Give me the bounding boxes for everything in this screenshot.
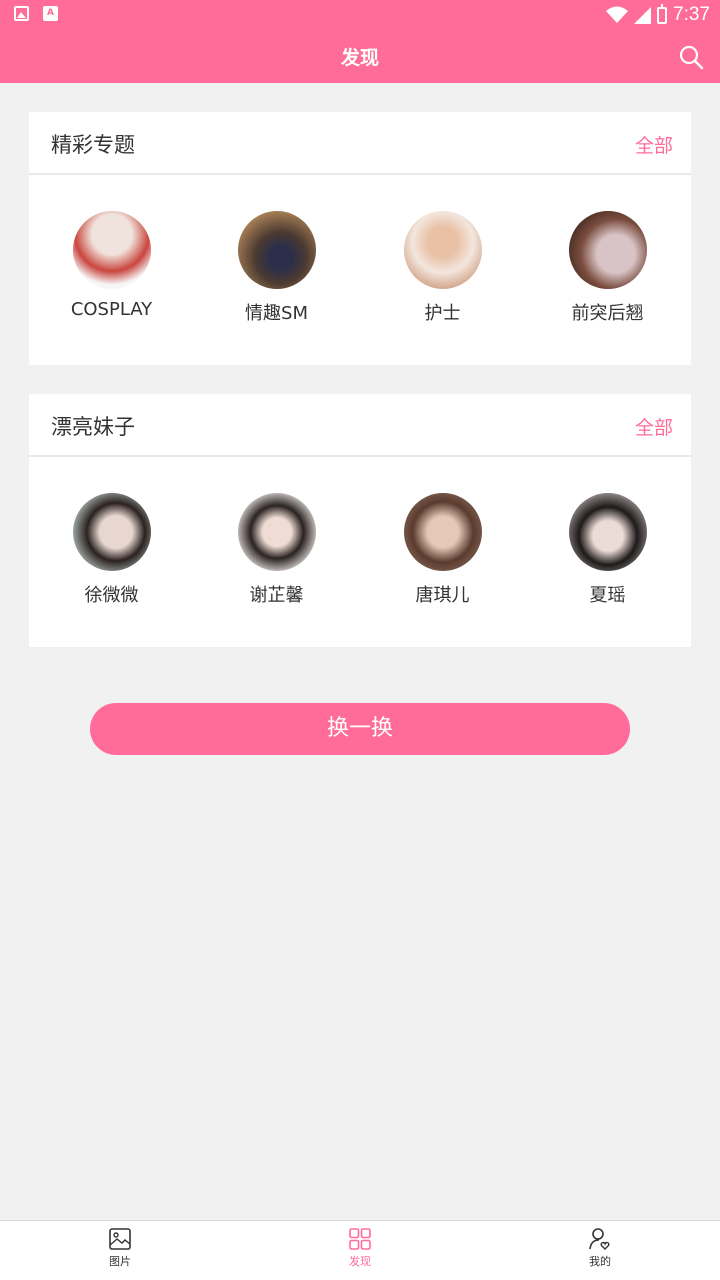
avatar [237,493,316,571]
model-item[interactable]: 徐微微 [29,493,194,607]
bottom-tab-bar: 图片 发现 我的 [0,1220,720,1280]
model-label: 夏瑶 [589,585,626,606]
topic-label: 情趣SM [245,303,308,324]
section-title: 漂亮妹子 [51,415,135,439]
view-all-link[interactable]: 全部 [635,413,673,440]
model-item[interactable]: 唐琪儿 [360,493,525,607]
model-item[interactable]: 谢芷馨 [194,493,359,607]
status-bar: A 7:37 [0,0,720,30]
avatar [72,211,151,289]
model-label: 谢芷馨 [249,585,304,606]
user-heart-icon [589,1228,610,1250]
section-featured-topics: 精彩专题 全部 COSPLAY 情趣SM 护士 前突后翘 [29,112,691,365]
tab-label: 图片 [109,1255,131,1268]
picture-icon [109,1228,131,1250]
tab-mine[interactable]: 我的 [540,1227,660,1269]
topic-label: 前突后翘 [571,303,644,324]
model-item[interactable]: 夏瑶 [525,493,690,607]
avatar [72,493,151,571]
topic-label: 护士 [424,303,461,324]
avatar [568,493,647,571]
section-header: 漂亮妹子 全部 [29,394,691,457]
topic-item[interactable]: 护士 [360,211,525,325]
battery-icon [657,3,668,24]
avatar [568,211,647,289]
topic-item[interactable]: 情趣SM [194,211,359,325]
font-icon: A [43,6,58,21]
section-pretty-girls: 漂亮妹子 全部 徐微微 谢芷馨 唐琪儿 夏瑶 [29,394,691,647]
tab-label: 我的 [589,1255,611,1268]
section-title: 精彩专题 [51,133,135,157]
model-label: 唐琪儿 [415,585,470,606]
tab-label: 发现 [349,1255,371,1268]
topic-label: COSPLAY [70,299,153,320]
page-title: 发现 [340,47,379,69]
image-icon [14,6,29,21]
avatar [403,211,482,289]
swap-button[interactable]: 换一换 [90,703,630,755]
topic-item[interactable]: 前突后翘 [525,211,690,325]
model-label: 徐微微 [84,585,139,606]
search-icon[interactable] [678,44,704,70]
avatar [237,211,316,289]
view-all-link[interactable]: 全部 [635,131,673,158]
section-header: 精彩专题 全部 [29,112,691,175]
status-time: 7:37 [673,4,710,25]
grid-icon [349,1228,371,1250]
tab-pictures[interactable]: 图片 [60,1227,180,1269]
topic-item[interactable]: COSPLAY [29,211,194,320]
wifi-icon [606,6,629,23]
avatar [403,493,482,571]
tab-discover[interactable]: 发现 [300,1227,420,1269]
cell-signal-icon [634,6,652,24]
app-bar: 发现 [0,30,720,83]
